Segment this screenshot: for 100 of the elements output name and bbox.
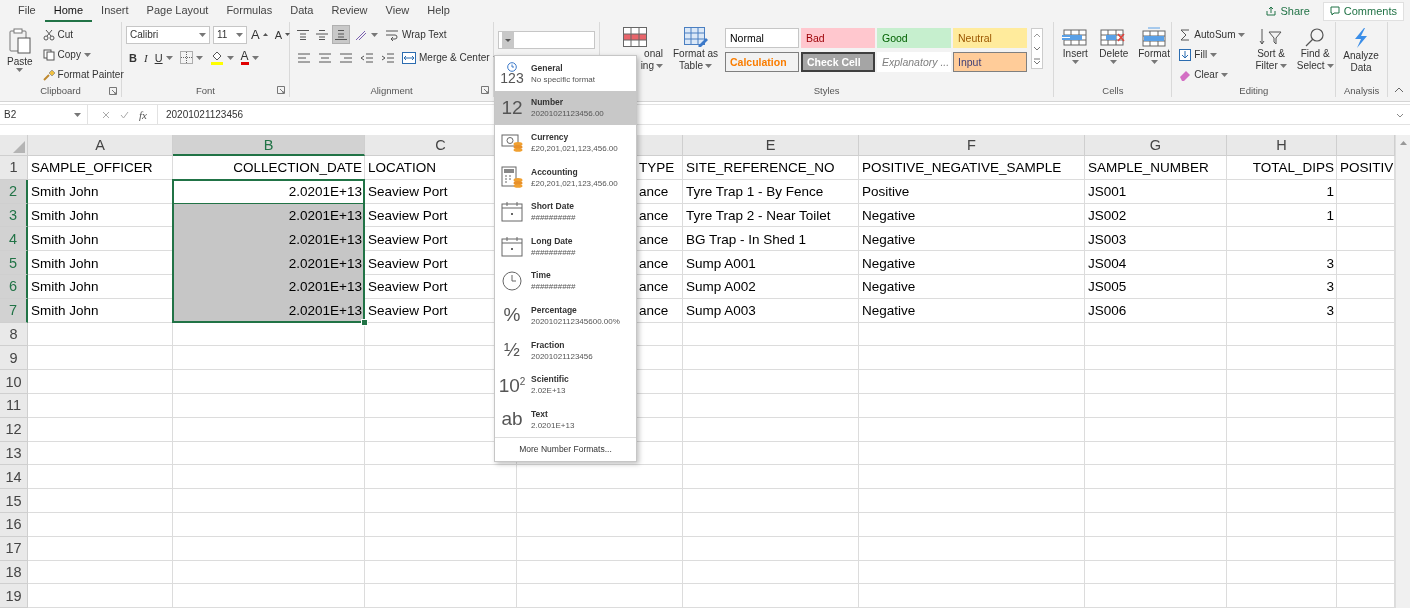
collapse-ribbon-icon[interactable]: [1394, 87, 1404, 93]
column-header[interactable]: F: [859, 135, 1085, 156]
paste-button[interactable]: Paste: [4, 25, 36, 74]
italic-button[interactable]: I: [140, 48, 151, 67]
column-header[interactable]: E: [683, 135, 859, 156]
font-name-field[interactable]: Calibri: [126, 25, 210, 44]
menu-tab[interactable]: View: [376, 0, 419, 22]
share-button[interactable]: Share: [1259, 1, 1317, 21]
row-header[interactable]: 12: [0, 417, 28, 442]
cells-insert-button[interactable]: Insert: [1058, 25, 1093, 66]
menu-tab[interactable]: Help: [418, 0, 459, 22]
align-vertical-button[interactable]: [332, 25, 350, 44]
comments-button[interactable]: Comments: [1322, 1, 1404, 21]
autosum-button[interactable]: AutoSum: [1176, 25, 1249, 44]
angled-text-icon: [354, 28, 368, 41]
find-select-button[interactable]: Find & Select: [1293, 25, 1337, 73]
table-cell: JS003: [1088, 231, 1127, 247]
cut-button[interactable]: Cut: [39, 25, 127, 44]
underline-button[interactable]: U: [151, 48, 176, 67]
font-color-button[interactable]: A: [237, 48, 262, 67]
table-cell: Seaview Port: [368, 303, 448, 319]
menu-tab[interactable]: Formulas: [217, 0, 282, 22]
row-header[interactable]: 16: [0, 512, 28, 537]
format-symbol: ab: [501, 410, 523, 429]
format-painter-button[interactable]: Format Painter: [39, 65, 127, 84]
caret-icon: [16, 68, 24, 72]
fill-handle[interactable]: [361, 318, 368, 326]
menu-item[interactable]: % Percentage 2020102112345600.00%: [495, 298, 636, 333]
cell-style-option[interactable]: Input: [953, 52, 1027, 72]
row-header[interactable]: 4: [0, 227, 28, 252]
format-as-table-button[interactable]: Format as Table: [670, 25, 721, 73]
row-header[interactable]: 13: [0, 441, 28, 466]
menu-item[interactable]: Short Date ##########: [495, 194, 636, 229]
formula-text[interactable]: 20201021123456: [165, 109, 244, 120]
fill-button[interactable]: Fill: [1176, 45, 1249, 64]
row-header[interactable]: 2: [0, 179, 28, 204]
wrap-text-button[interactable]: Wrap Text: [382, 25, 450, 44]
cancel-icon[interactable]: [102, 110, 110, 119]
menu-tab[interactable]: Review: [322, 0, 377, 22]
column-header[interactable]: A: [28, 135, 173, 156]
cell-style-option[interactable]: Normal: [725, 28, 799, 48]
table-cell: 2.0201E+13: [173, 227, 365, 252]
copy-button[interactable]: Copy: [39, 45, 127, 64]
row-header[interactable]: 9: [0, 346, 28, 371]
row-header[interactable]: 5: [0, 251, 28, 275]
row-header[interactable]: 14: [0, 465, 28, 490]
table-cell: 1: [1326, 208, 1334, 223]
column-header[interactable]: B: [173, 135, 365, 156]
menu-tab[interactable]: Insert: [92, 0, 138, 22]
row-header[interactable]: 17: [0, 536, 28, 561]
menu-tab[interactable]: File: [9, 0, 45, 22]
clear-button[interactable]: Clear: [1176, 65, 1249, 84]
cell-style-option[interactable]: Neutral: [953, 28, 1027, 48]
row-header[interactable]: 11: [0, 393, 28, 418]
borders-icon: [179, 51, 193, 64]
row-header[interactable]: 3: [0, 203, 28, 228]
analyze-data-button[interactable]: Analyze Data: [1340, 25, 1382, 75]
column-header[interactable]: H: [1227, 135, 1337, 156]
share-icon: [1266, 6, 1277, 16]
select-all-corner[interactable]: [0, 135, 28, 156]
check-icon[interactable]: [120, 110, 129, 119]
menu-tab[interactable]: Data: [281, 0, 323, 22]
scroll-up-icon: [1398, 139, 1408, 147]
row-header[interactable]: 19: [0, 584, 28, 608]
row-header[interactable]: 10: [0, 370, 28, 394]
row-header[interactable]: 1: [0, 156, 28, 180]
menu-tab[interactable]: Page Layout: [137, 0, 218, 22]
sort-filter-button[interactable]: Sort & Filter: [1252, 25, 1290, 73]
menu-item[interactable]: Time ##########: [495, 263, 636, 299]
cell-style-option[interactable]: Explanatory ...: [877, 52, 951, 72]
menu-item[interactable]: Accounting £20,201,021,123,456.00: [495, 159, 636, 195]
name-box[interactable]: B2: [0, 105, 88, 124]
insert-function-button[interactable]: fx: [139, 108, 147, 121]
row-header[interactable]: 8: [0, 322, 28, 347]
menu-item[interactable]: 10$^{2}$ Scientific 2.02E+13: [495, 367, 636, 402]
menu-item[interactable]: Long Date ##########: [495, 228, 636, 264]
table-cell: ance: [639, 231, 669, 247]
cells-format-button[interactable]: Format: [1135, 25, 1173, 66]
shrink-font-button[interactable]: A: [271, 25, 293, 44]
grow-font-button[interactable]: A: [248, 25, 271, 44]
caret-icon: [1150, 60, 1158, 64]
table-cell: 2.0201E+13: [173, 298, 365, 323]
more-number-formats-button[interactable]: More Number Formats...: [495, 436, 636, 461]
font-size-field[interactable]: 11: [213, 25, 247, 44]
row-header[interactable]: 15: [0, 489, 28, 513]
number-format-field[interactable]: [498, 31, 595, 49]
menu-item[interactable]: ½ Fraction 20201021123456: [495, 332, 636, 368]
row-header[interactable]: 18: [0, 560, 28, 585]
cells-delete-button[interactable]: Delete: [1096, 25, 1132, 66]
cell-style-option[interactable]: Good: [877, 28, 951, 48]
column-header[interactable]: [1337, 135, 1395, 156]
merge-icon: [402, 51, 416, 64]
expand-icon[interactable]: [1396, 113, 1404, 118]
bold-button[interactable]: B: [126, 48, 140, 67]
vertical-scrollbar[interactable]: [1395, 135, 1410, 608]
cell-style-option[interactable]: Bad: [801, 28, 875, 48]
row-header[interactable]: 6: [0, 275, 28, 299]
column-header[interactable]: G: [1085, 135, 1227, 156]
table-cell: BG Trap - In Shed 1: [686, 231, 807, 247]
row-header[interactable]: 7: [0, 298, 28, 323]
